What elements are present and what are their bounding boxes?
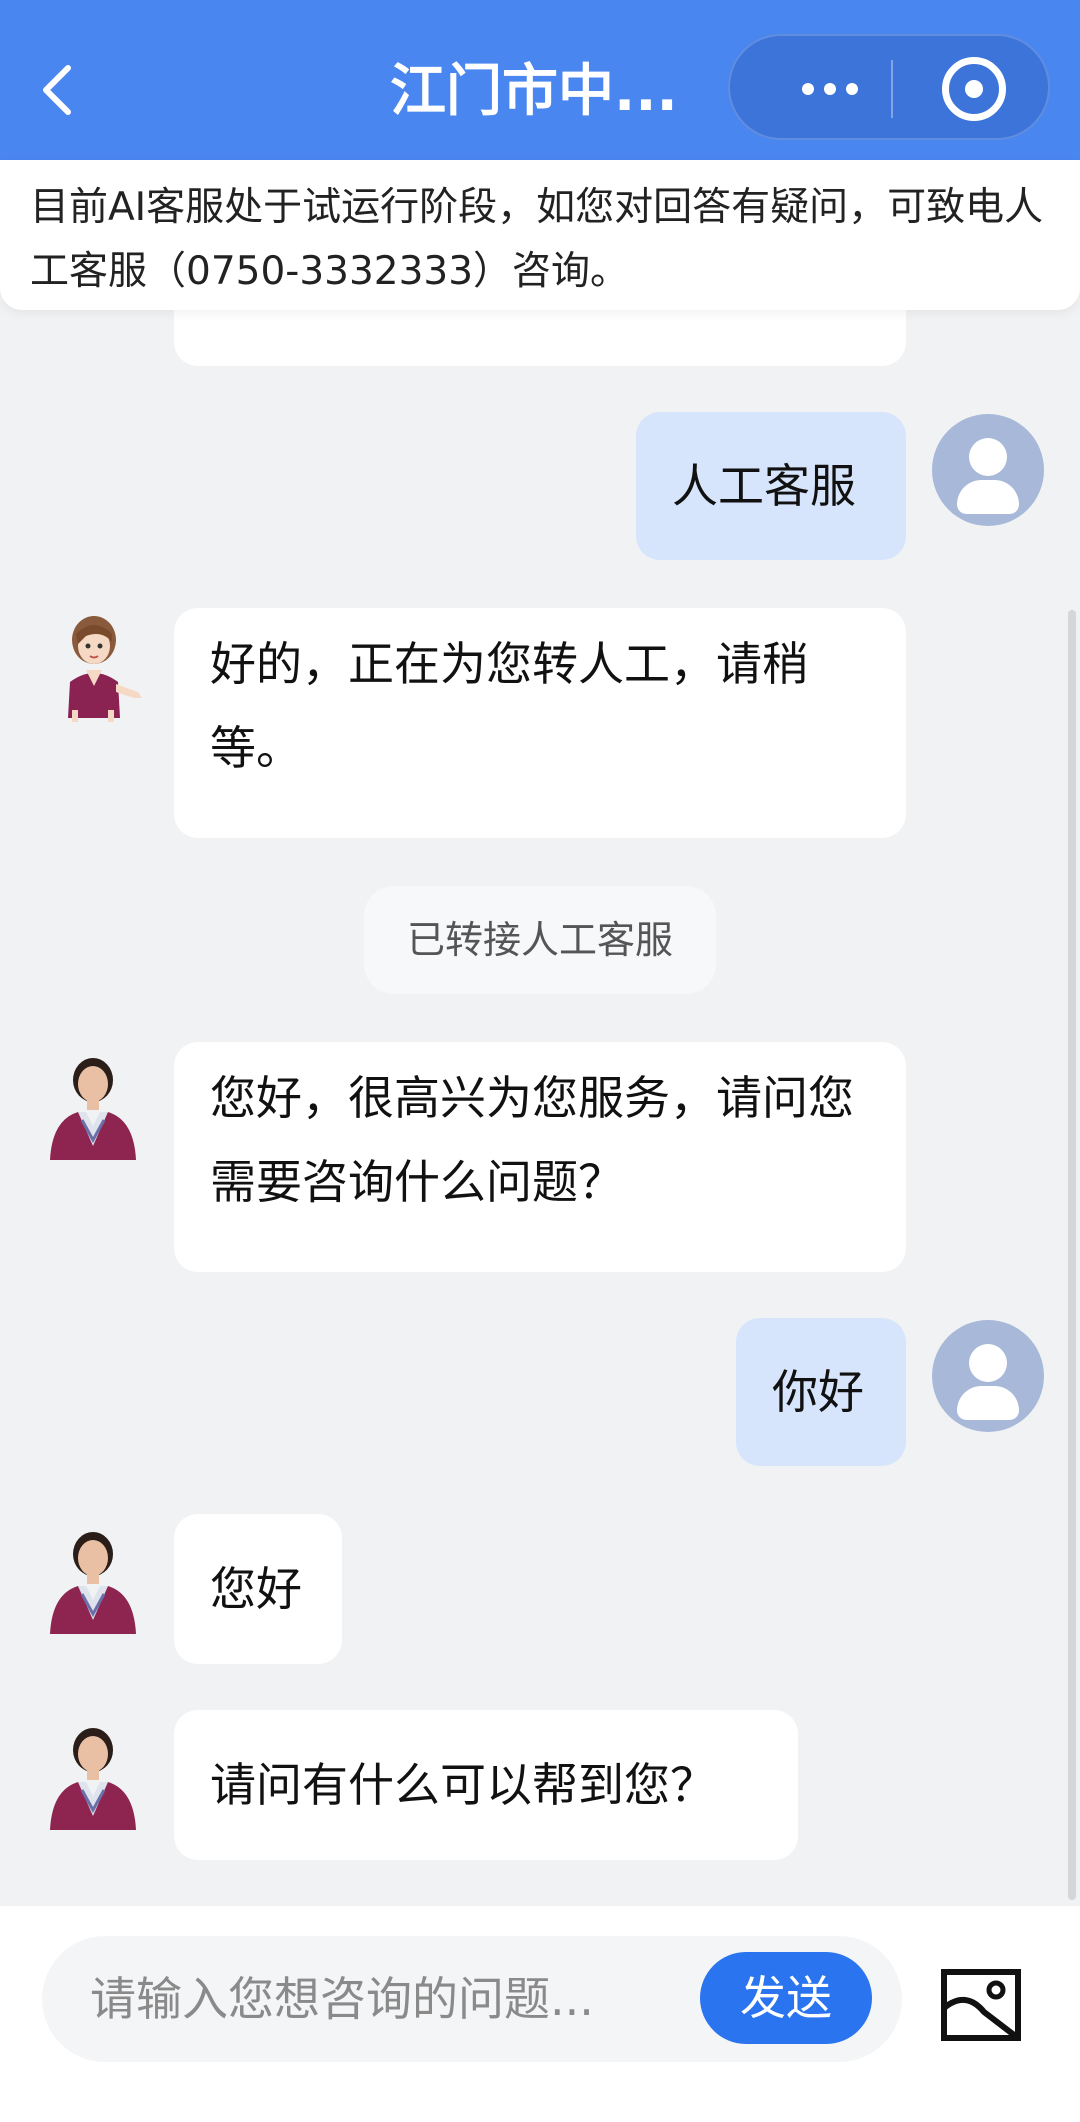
- message-input[interactable]: 请输入您想咨询的问题... 发送: [42, 1936, 902, 2062]
- human-agent-avatar: [50, 1058, 136, 1160]
- app-header: 江门市中...: [0, 0, 1080, 160]
- agent-message-bubble: 请问有什么可以帮到您？: [174, 1710, 798, 1860]
- target-circle-icon: [965, 80, 983, 98]
- image-picker-icon[interactable]: [940, 1968, 1022, 2042]
- user-message-bubble: 人工客服: [636, 412, 906, 560]
- human-agent-avatar: [50, 1532, 136, 1634]
- back-button[interactable]: [28, 50, 88, 130]
- send-button[interactable]: 发送: [700, 1952, 872, 2044]
- mini-program-capsule: [728, 34, 1050, 140]
- close-mini-program-button[interactable]: [942, 57, 1006, 121]
- agent-message-bubble: 您好，很高兴为您服务，请问您需要咨询什么问题？: [174, 1042, 906, 1272]
- composer-bar: 请输入您想咨询的问题... 发送: [0, 1906, 1080, 2122]
- chat-scrollbar[interactable]: [1068, 610, 1076, 1900]
- more-dots-icon: [802, 83, 814, 95]
- user-message-bubble: 你好: [736, 1318, 906, 1466]
- chevron-left-icon: [43, 65, 71, 115]
- message-input-placeholder[interactable]: 请输入您想咨询的问题...: [90, 1936, 700, 2062]
- capsule-divider: [891, 60, 893, 118]
- user-avatar: [932, 1320, 1044, 1432]
- transfer-status-notice: 已转接人工客服: [364, 886, 716, 994]
- page-title: 江门市中...: [390, 59, 678, 124]
- human-agent-avatar: [50, 1728, 136, 1830]
- ai-notice-banner: 目前AI客服处于试运行阶段，如您对回答有疑问，可致电人工客服（0750-3332…: [0, 160, 1080, 310]
- agent-message-bubble: 好的，正在为您转人工，请稍等。: [174, 608, 906, 838]
- agent-message-bubble: 您好: [174, 1514, 342, 1664]
- user-avatar: [932, 414, 1044, 526]
- ai-agent-avatar: [68, 616, 142, 722]
- more-button[interactable]: [770, 36, 890, 142]
